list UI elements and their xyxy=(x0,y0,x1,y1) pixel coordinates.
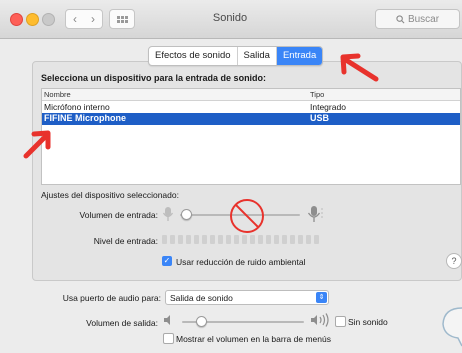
device-settings-label: Ajustes del dispositivo seleccionado: xyxy=(41,190,179,200)
noise-reduction-checkbox[interactable]: ✓ xyxy=(162,256,172,266)
search-field[interactable]: Buscar xyxy=(375,9,460,29)
input-device-table[interactable]: Nombre Tipo Micrófono interno Integrado … xyxy=(41,88,461,185)
chevron-right-icon: › xyxy=(91,12,95,26)
tab-input[interactable]: Entrada xyxy=(276,47,323,65)
tab-bar: Efectos de sonido Salida Entrada xyxy=(148,46,324,66)
tab-sound-effects[interactable]: Efectos de sonido xyxy=(149,47,238,65)
feedback-bubble-icon xyxy=(442,307,462,347)
input-device-heading: Selecciona un dispositivo para la entrad… xyxy=(41,73,267,83)
column-header-name[interactable]: Nombre xyxy=(44,90,71,99)
table-row-selected[interactable]: FIFINE Microphone USB xyxy=(42,113,460,125)
speaker-low-icon xyxy=(164,315,170,325)
annotation-arrow-icon xyxy=(23,130,51,159)
input-level-label: Nivel de entrada: xyxy=(93,236,158,246)
device-type: USB xyxy=(310,113,330,123)
audio-port-label: Usa puerto de audio para: xyxy=(62,293,161,303)
noise-reduction-label: Usar reducción de ruido ambiental xyxy=(176,257,306,267)
show-volume-menubar-checkbox[interactable] xyxy=(163,333,174,344)
back-button[interactable]: ‹ xyxy=(65,9,85,29)
prohibited-icon xyxy=(230,199,264,233)
output-volume-slider[interactable] xyxy=(196,316,207,327)
input-volume-slider[interactable] xyxy=(181,209,192,220)
table-row[interactable]: Micrófono interno Integrado xyxy=(42,102,460,113)
search-placeholder: Buscar xyxy=(407,13,440,25)
question-icon: ? xyxy=(451,256,457,266)
device-type: Integrado xyxy=(310,102,346,112)
mute-label: Sin sonido xyxy=(348,317,388,327)
show-all-button[interactable] xyxy=(109,9,135,29)
mic-high-icon xyxy=(307,206,323,222)
search-icon xyxy=(396,14,405,23)
annotation-arrow-icon xyxy=(340,53,379,82)
chevron-left-icon: ‹ xyxy=(73,12,77,26)
mute-checkbox[interactable] xyxy=(335,316,346,327)
device-name: FIFINE Microphone xyxy=(44,113,126,123)
window-title: Sonido xyxy=(212,12,248,24)
device-name: Micrófono interno xyxy=(44,102,110,112)
close-window-button[interactable] xyxy=(10,13,23,26)
help-button[interactable]: ? xyxy=(446,253,462,269)
checkmark-icon: ✓ xyxy=(163,256,171,265)
input-level-meter xyxy=(162,235,319,244)
output-volume-label: Volumen de salida: xyxy=(86,318,158,328)
zoom-window-button[interactable] xyxy=(42,13,55,26)
minimize-window-button[interactable] xyxy=(26,13,39,26)
grid-icon xyxy=(116,15,128,23)
table-header: Nombre Tipo xyxy=(42,89,460,101)
tab-output[interactable]: Salida xyxy=(238,47,277,65)
column-header-type[interactable]: Tipo xyxy=(310,90,324,99)
updown-chevron-icon: ⇕ xyxy=(316,292,327,303)
mic-low-icon xyxy=(162,207,174,221)
audio-port-select[interactable]: Salida de sonido ⇕ xyxy=(165,290,329,305)
show-volume-menubar-label: Mostrar el volumen en la barra de menús xyxy=(176,334,331,344)
speaker-high-icon xyxy=(311,313,329,327)
forward-button[interactable]: › xyxy=(84,9,103,29)
input-volume-label: Volumen de entrada: xyxy=(79,210,158,220)
audio-port-value: Salida de sonido xyxy=(170,293,233,303)
